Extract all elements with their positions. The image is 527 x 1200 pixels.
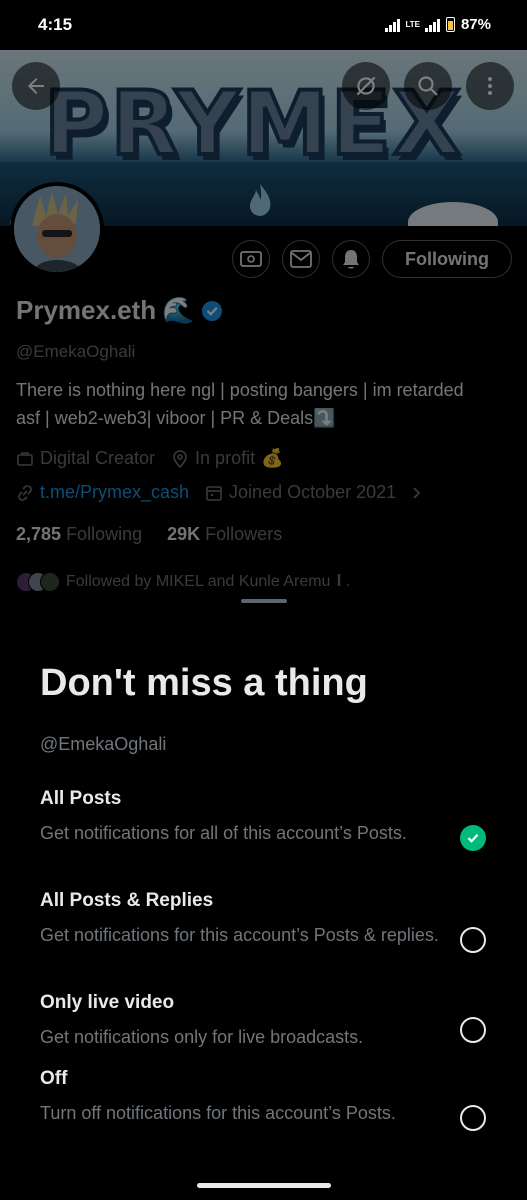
banner-title: PRYMEX [42, 70, 463, 177]
following-count-link[interactable]: 2,785 Following [16, 524, 142, 544]
bell-icon [343, 250, 359, 269]
following-word: Following [66, 524, 143, 544]
link-icon [18, 484, 32, 501]
followers-count: 29K [167, 524, 201, 544]
option-title: All Posts [40, 788, 122, 809]
subscribe-button[interactable] [232, 240, 270, 278]
option-only-live-video[interactable]: Only live video Get notifications only f… [40, 992, 480, 1050]
option-description: Get notifications only for live broadcas… [40, 1027, 364, 1047]
following-button[interactable]: Following [382, 240, 512, 278]
checkmark-icon [467, 834, 479, 843]
more-options-button[interactable] [466, 62, 514, 110]
avatar-image [14, 186, 100, 272]
home-indicator[interactable] [197, 1183, 331, 1188]
follow-counts: 2,785 Following 29K Followers [16, 524, 282, 545]
chevron-right-icon[interactable] [410, 486, 424, 500]
profile-handle: @EmekaOghali [16, 342, 136, 361]
subscribe-icon [240, 251, 262, 267]
battery-percent: 87% [460, 16, 491, 33]
repost-toggle-button[interactable] [342, 62, 390, 110]
verified-badge-icon[interactable] [201, 300, 223, 322]
followed-by-avatars [16, 572, 60, 592]
option-description: Turn off notifications for this account’… [40, 1103, 396, 1123]
wave-emoji: 🌊 [162, 295, 195, 325]
briefcase-icon [17, 451, 33, 466]
back-arrow-icon [28, 78, 44, 94]
sheet-title: Don't miss a thing [40, 662, 368, 704]
option-all-posts-replies[interactable]: All Posts & Replies Get notifications fo… [40, 890, 480, 948]
display-name: Prymex.eth [16, 295, 157, 325]
radio-only-live-video[interactable] [460, 1017, 486, 1043]
profile-location: In profit [195, 448, 256, 468]
radio-off[interactable] [460, 1105, 486, 1131]
notifications-button[interactable] [332, 240, 370, 278]
option-off[interactable]: Off Turn off notifications for this acco… [40, 1068, 480, 1126]
followed-by-suffix: 𝐈 . [336, 573, 351, 590]
following-count: 2,785 [16, 524, 62, 544]
back-button[interactable] [12, 62, 60, 110]
option-title: All Posts & Replies [40, 890, 214, 911]
status-time: 4:15 [38, 15, 73, 34]
option-description: Get notifications for all of this accoun… [40, 823, 407, 843]
sheet-drag-handle[interactable] [241, 599, 287, 603]
signal-icon-2 [424, 18, 440, 32]
signal-icon [385, 18, 401, 32]
avatar[interactable] [10, 182, 104, 276]
no-retweet-icon [356, 76, 376, 96]
option-title: Off [40, 1068, 68, 1089]
banner-flame-icon [250, 184, 271, 216]
network-type: LTE [405, 19, 420, 29]
profile-view: PRYMEX Following Prymex.eth 🌊 @EmekaOgha… [0, 50, 527, 610]
money-bag-emoji: 💰 [261, 448, 284, 468]
battery-icon [445, 17, 455, 32]
profile-meta-row-2: t.me/Prymex_cash Joined October 2021 [16, 482, 424, 503]
option-description: Get notifications for this account’s Pos… [40, 925, 439, 945]
radio-all-posts[interactable] [460, 825, 486, 851]
profile-name: Prymex.eth 🌊 [16, 295, 223, 326]
message-icon [290, 250, 312, 268]
profile-joined: Joined October 2021 [229, 482, 397, 502]
profile-category: Digital Creator [40, 448, 156, 468]
status-bar: 4:15 LTE 87% [0, 0, 527, 50]
calendar-icon [206, 485, 222, 501]
location-icon [173, 449, 187, 468]
profile-website-link[interactable]: t.me/Prymex_cash [40, 482, 189, 503]
radio-all-posts-replies[interactable] [460, 927, 486, 953]
followed-by-row[interactable]: Followed by MIKEL and Kunle Aremu 𝐈 . [16, 572, 350, 592]
profile-bio: There is nothing here ngl | posting bang… [16, 380, 464, 428]
more-vertical-icon [488, 77, 492, 95]
notification-settings-sheet: Don't miss a thing @EmekaOghali All Post… [0, 594, 527, 1200]
option-title: Only live video [40, 992, 175, 1013]
message-button[interactable] [282, 240, 320, 278]
mini-avatar [40, 572, 60, 592]
followers-word: Followers [205, 524, 283, 544]
followers-count-link[interactable]: 29K Followers [167, 524, 282, 544]
option-all-posts[interactable]: All Posts Get notifications for all of t… [40, 788, 480, 846]
followed-by-text: Followed by MIKEL and Kunle Aremu [66, 573, 331, 590]
search-icon [418, 76, 438, 96]
status-indicators: LTE 87% [385, 16, 491, 33]
sheet-handle: @EmekaOghali [40, 734, 167, 754]
profile-meta-row-1: Digital Creator In profit 💰 [16, 448, 284, 469]
search-button[interactable] [404, 62, 452, 110]
